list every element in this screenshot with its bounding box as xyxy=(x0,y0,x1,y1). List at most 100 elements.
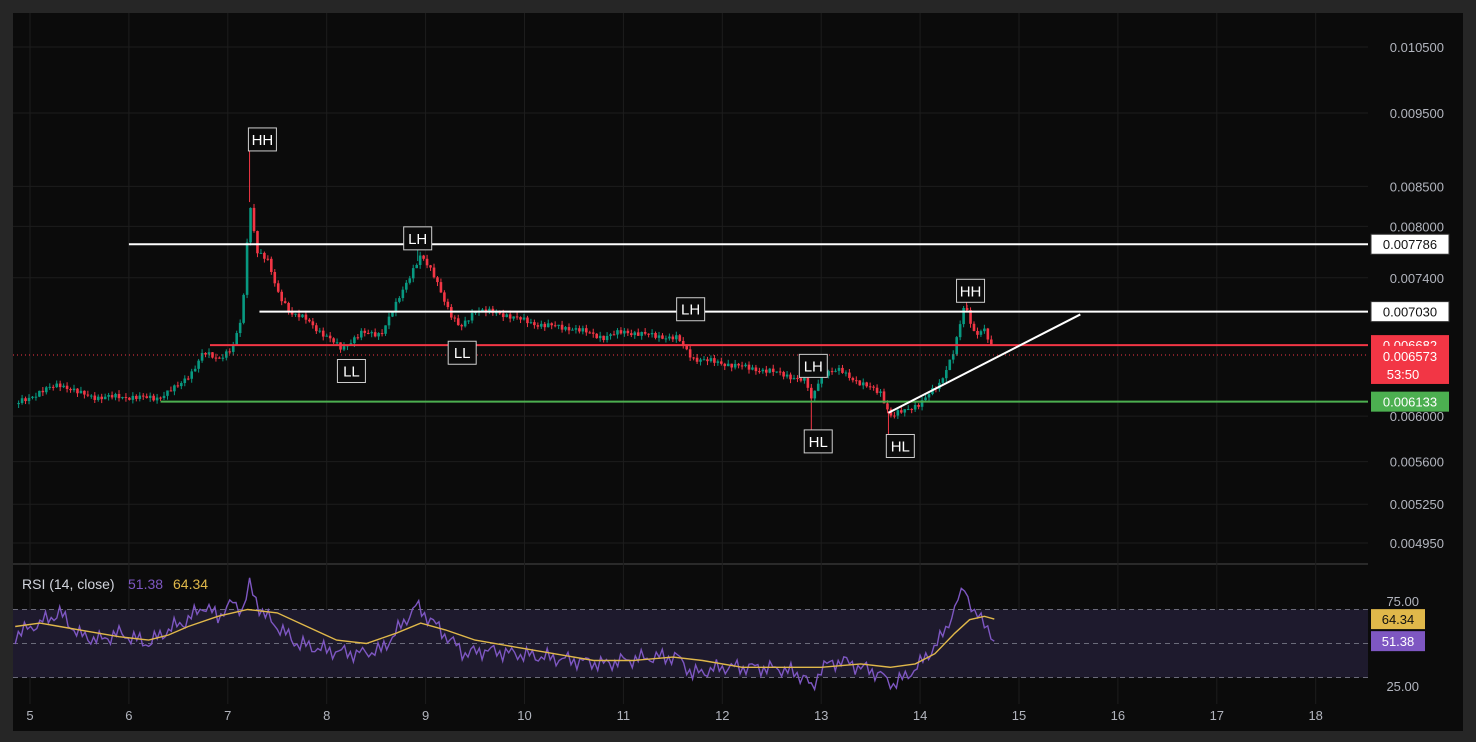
candle-body xyxy=(31,396,34,398)
candle-body xyxy=(391,312,394,317)
candle-body xyxy=(65,385,69,389)
candle-body xyxy=(176,385,180,387)
candle-body xyxy=(910,409,913,411)
candle-body xyxy=(238,322,242,334)
candle-body xyxy=(159,397,162,399)
candle-body xyxy=(990,339,993,345)
candle xyxy=(948,359,952,371)
candle-body xyxy=(868,386,872,388)
candle-body xyxy=(806,377,810,388)
candle xyxy=(38,390,41,398)
candle-body xyxy=(585,328,588,333)
candle-body xyxy=(553,325,557,327)
candle-body xyxy=(983,328,986,332)
swing-label: HL xyxy=(803,429,833,454)
candle xyxy=(245,238,249,299)
candle-body xyxy=(467,320,470,322)
candle-body xyxy=(193,368,197,372)
time-tick-label: 16 xyxy=(1111,708,1125,723)
candle-body xyxy=(100,396,104,400)
candle-body xyxy=(927,394,931,398)
candle-body xyxy=(636,332,640,336)
candle-body xyxy=(515,316,519,318)
candle-body xyxy=(591,332,595,334)
candle-body xyxy=(280,291,284,302)
candle-body xyxy=(311,321,315,326)
candle-body xyxy=(408,278,412,283)
candle-body xyxy=(834,370,837,372)
candle-body xyxy=(765,369,768,373)
candle-body xyxy=(373,332,377,337)
candle-body xyxy=(626,330,630,334)
candle-body xyxy=(581,328,585,332)
candle-body xyxy=(913,404,917,410)
candle-body xyxy=(228,351,232,353)
candle-body xyxy=(297,313,301,318)
candle-body xyxy=(169,390,173,392)
candle-body xyxy=(945,370,948,379)
candle-body xyxy=(335,342,339,344)
swing-label: LL xyxy=(447,340,477,365)
candle-body xyxy=(848,372,851,378)
level-price-label: 0.007030 xyxy=(1383,305,1437,320)
candle-body xyxy=(713,358,716,363)
candle-body xyxy=(595,333,598,339)
candle-body xyxy=(768,368,772,373)
candle-body xyxy=(799,378,803,381)
candle-body xyxy=(145,396,149,398)
candle-body xyxy=(605,335,609,341)
candle-body xyxy=(972,323,976,331)
candle-body xyxy=(508,314,512,319)
candle-body xyxy=(425,258,429,266)
candle-body xyxy=(380,333,384,335)
candle-body xyxy=(900,410,903,413)
candle-body xyxy=(830,371,834,373)
time-tick-label: 18 xyxy=(1308,708,1322,723)
candle-body xyxy=(688,349,692,358)
candle xyxy=(249,207,252,246)
candle-body xyxy=(304,314,308,320)
price-tick-label: 0.007400 xyxy=(1390,271,1444,286)
candle-body xyxy=(692,357,695,359)
time-tick-label: 14 xyxy=(913,708,927,723)
candle-body xyxy=(377,333,380,337)
candle-body xyxy=(166,390,169,396)
candle-body xyxy=(301,314,304,318)
candle-body xyxy=(664,338,668,340)
candle-body xyxy=(941,378,945,383)
candle-body xyxy=(661,335,664,339)
candle-body xyxy=(630,333,633,336)
candle xyxy=(595,333,598,339)
candle-body xyxy=(96,396,100,400)
candle-body xyxy=(370,332,373,334)
time-tick-label: 6 xyxy=(125,708,132,723)
swing-label: LH xyxy=(798,353,828,378)
candle-body xyxy=(173,385,176,392)
candle-body xyxy=(678,335,682,341)
time-tick-label: 11 xyxy=(617,708,631,723)
candle-body xyxy=(432,267,436,278)
candle-body xyxy=(612,334,616,336)
candle-body xyxy=(886,403,889,410)
price-tick-label: 0.008000 xyxy=(1390,219,1444,234)
candle-body xyxy=(186,378,190,380)
candle-body xyxy=(183,378,187,384)
candle-body xyxy=(609,334,612,336)
candle-body xyxy=(567,327,571,331)
candle-body xyxy=(439,282,443,293)
swing-label-text: HL xyxy=(891,438,910,455)
candle-body xyxy=(415,265,418,269)
candle-body xyxy=(650,332,654,335)
candle-body xyxy=(816,383,820,391)
candle-body xyxy=(789,374,792,380)
candle-body xyxy=(654,332,657,338)
candle-body xyxy=(986,328,990,340)
candle-body xyxy=(55,383,59,388)
swing-label-text: LH xyxy=(804,358,823,375)
candle-body xyxy=(155,397,159,401)
candle-body xyxy=(34,396,38,398)
candle-body xyxy=(668,336,671,339)
candle-body xyxy=(27,397,31,402)
candle xyxy=(768,367,772,374)
candle-body xyxy=(83,390,86,395)
